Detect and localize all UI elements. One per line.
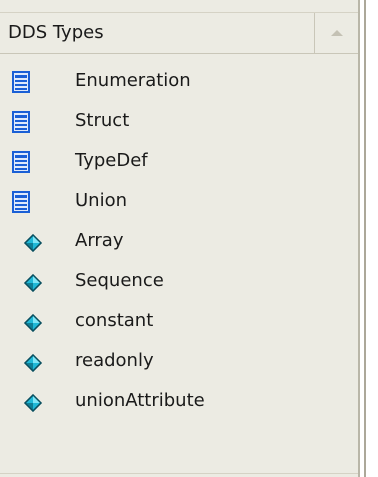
list-item-enumeration[interactable]: Enumeration: [0, 62, 358, 102]
panel-splitter[interactable]: [358, 0, 378, 477]
list-item-sequence[interactable]: Sequence: [0, 262, 358, 302]
collapse-button[interactable]: [314, 13, 358, 54]
item-label: Enumeration: [75, 70, 191, 91]
splitter-line: [364, 0, 366, 477]
item-label: Sequence: [75, 270, 164, 291]
attribute-gem-icon: [24, 354, 42, 372]
item-label: Array: [75, 230, 124, 251]
attribute-gem-icon: [24, 314, 42, 332]
item-label: Struct: [75, 110, 130, 131]
item-label: readonly: [75, 350, 154, 371]
item-label: constant: [75, 310, 154, 331]
class-stereotype-icon: [12, 71, 30, 93]
item-label: TypeDef: [75, 150, 148, 171]
splitter-line: [358, 0, 360, 477]
panel-header[interactable]: DDS Types: [0, 12, 358, 54]
panel-title: DDS Types: [8, 22, 104, 43]
attribute-gem-icon: [24, 234, 42, 252]
list-item-constant[interactable]: constant: [0, 302, 358, 342]
item-label: Union: [75, 190, 128, 211]
attribute-gem-icon: [24, 394, 42, 412]
class-stereotype-icon: [12, 111, 30, 133]
class-stereotype-icon: [12, 191, 30, 213]
chevron-up-icon: [331, 30, 343, 36]
bottom-divider: [0, 473, 358, 474]
list-item-readonly[interactable]: readonly: [0, 342, 358, 382]
attribute-gem-icon: [24, 274, 42, 292]
list-item-array[interactable]: Array: [0, 222, 358, 262]
list-item-union[interactable]: Union: [0, 182, 358, 222]
list-item-struct[interactable]: Struct: [0, 102, 358, 142]
list-item-typedef[interactable]: TypeDef: [0, 142, 358, 182]
class-stereotype-icon: [12, 151, 30, 173]
item-label: unionAttribute: [75, 390, 205, 411]
toolbox-panel: DDS Types Enumeration Struct TypeDef Uni…: [0, 0, 358, 477]
list-item-unionattribute[interactable]: unionAttribute: [0, 382, 358, 422]
